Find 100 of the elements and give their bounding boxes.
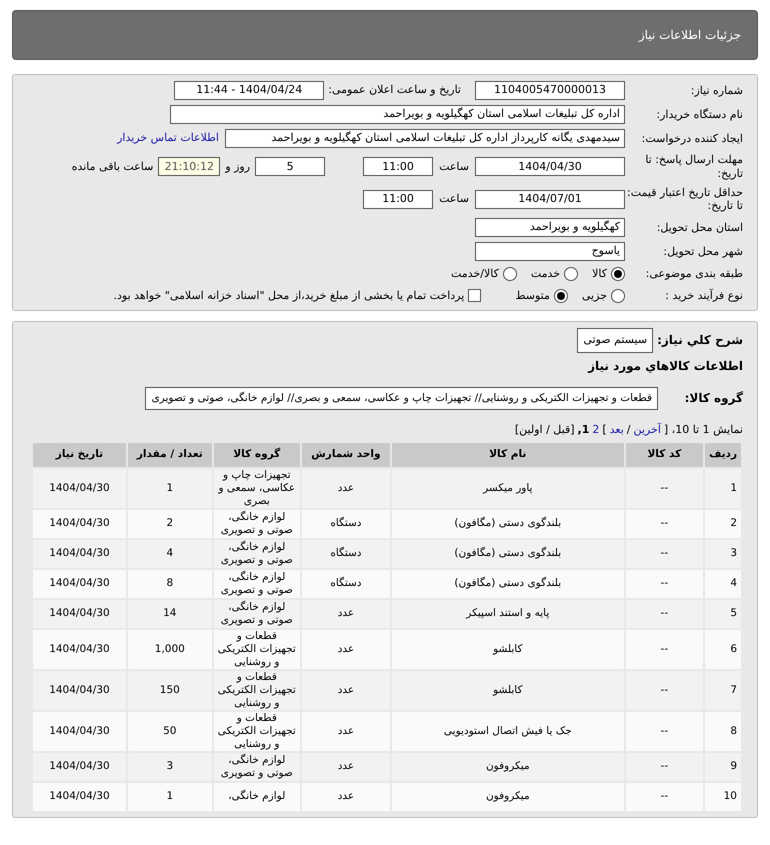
table-cell: 1404/04/30 bbox=[33, 712, 126, 751]
table-cell: لوازم خانگی، صوتی و تصویری bbox=[214, 570, 300, 598]
table-cell: 4 bbox=[705, 570, 741, 598]
radio-option[interactable]: کالا bbox=[592, 266, 625, 282]
table-cell: 1404/04/30 bbox=[33, 540, 126, 568]
table-cell: عدد bbox=[302, 670, 390, 710]
table-cell: عدد bbox=[302, 782, 390, 811]
table-cell: 1 bbox=[128, 468, 212, 508]
summary-field: سیستم صوتی bbox=[577, 328, 654, 352]
table-cell: دستگاه bbox=[302, 540, 390, 568]
table-cell: 14 bbox=[128, 600, 212, 628]
field-label: ساعت bbox=[439, 158, 469, 174]
pagination-link[interactable]: آخرین bbox=[634, 422, 661, 439]
table-cell: 1404/04/30 bbox=[33, 468, 126, 508]
table-cell: 1404/04/30 bbox=[33, 752, 126, 781]
table-cell: بلندگوی دستی (مگافون) bbox=[392, 510, 624, 538]
table-cell: عدد bbox=[302, 468, 390, 508]
table-cell: بلندگوی دستی (مگافون) bbox=[392, 570, 624, 598]
table-cell: 1404/04/30 bbox=[33, 510, 126, 538]
input-field[interactable]: 1104005470000013 bbox=[475, 81, 625, 100]
table-cell: 1,000 bbox=[128, 630, 212, 669]
input-field[interactable]: 1404/07/01 bbox=[475, 190, 625, 209]
radio-button[interactable] bbox=[564, 267, 578, 282]
current-page: 1, bbox=[578, 422, 590, 438]
input-field[interactable]: 5 bbox=[255, 157, 326, 176]
pagination-text: نمایش 1 تا 10، [ bbox=[664, 422, 743, 438]
table-cell: 1404/04/30 bbox=[33, 570, 126, 598]
table-cell: قطعات و تجهیزات الکتریکی و روشنایی bbox=[214, 670, 300, 710]
radio-button[interactable] bbox=[554, 288, 568, 303]
column-header: گروه کالا bbox=[214, 442, 300, 467]
table-cell: 50 bbox=[128, 712, 212, 751]
table-cell: 8 bbox=[128, 570, 212, 598]
field-label: ساعت bbox=[439, 191, 469, 207]
table-cell: لوازم خانگی، bbox=[214, 782, 300, 811]
pagination-text: ] bbox=[602, 422, 607, 438]
table-cell: 8 bbox=[705, 712, 741, 751]
table-cell: 7 bbox=[705, 670, 741, 710]
radio-option[interactable]: متوسط bbox=[515, 288, 568, 304]
table-cell: 1 bbox=[128, 782, 212, 811]
radio-option[interactable]: کالا/خدمت bbox=[451, 266, 517, 282]
radio-option[interactable]: خدمت bbox=[530, 266, 578, 282]
radio-option[interactable]: جزیی bbox=[582, 288, 625, 304]
payment-option[interactable]: پرداخت تمام یا بخشی از مبلغ خرید،از محل "اسناد خزانه اسلامی" خواهد بود. bbox=[114, 288, 482, 304]
pagination-link[interactable]: بعد bbox=[610, 422, 624, 439]
table-cell: لوازم خانگی، صوتی و تصویری bbox=[214, 540, 300, 568]
field-label: روز و bbox=[225, 158, 250, 175]
field-label: مهلت ارسال پاسخ: تا تاریخ: bbox=[644, 153, 743, 180]
field-label: نام دستگاه خریدار: bbox=[655, 108, 743, 122]
input-field[interactable]: اداره کل تبلیغات اسلامی استان کهگیلویه و بویراحمد bbox=[170, 105, 625, 124]
table-cell: -- bbox=[626, 510, 704, 538]
field-label: ساعت باقی مانده bbox=[72, 158, 154, 174]
table-cell: 1404/04/30 bbox=[33, 670, 126, 710]
input-field[interactable]: سیدمهدی یگانه کارپرداز اداره کل تبلیغات اسلامی استان کهگیلویه و بویراحمد bbox=[225, 129, 625, 148]
section-title: اطلاعات کالاهاي مورد نياز bbox=[586, 358, 743, 374]
table-cell: -- bbox=[626, 670, 704, 710]
input-field[interactable]: 1404/04/30 bbox=[475, 157, 625, 176]
table-cell: 9 bbox=[705, 752, 741, 781]
input-field[interactable]: 1404/04/24 - 11:44 bbox=[174, 81, 324, 100]
table-cell: قطعات و تجهیزات الکتریکی و روشنایی bbox=[214, 712, 300, 751]
table-cell: قطعات و تجهیزات الکتریکی و روشنایی bbox=[214, 630, 300, 669]
table-cell: 10 bbox=[705, 782, 741, 811]
column-header: نام کالا bbox=[392, 442, 624, 467]
column-header: تاریخ نیاز bbox=[33, 442, 126, 467]
table-cell: -- bbox=[626, 712, 704, 751]
table-cell: 6 bbox=[705, 630, 741, 669]
table-cell: دستگاه bbox=[302, 510, 390, 538]
input-field[interactable]: یاسوج bbox=[475, 242, 625, 261]
table-cell: کابلشو bbox=[392, 670, 624, 710]
field-label: طبقه بندی موضوعی: bbox=[644, 267, 743, 282]
column-header: کد کالا bbox=[626, 442, 704, 467]
field-label: نوع فرآیند خرید : bbox=[664, 288, 743, 303]
buyer-contact-link[interactable]: اطلاعات تماس خریدار bbox=[117, 130, 219, 147]
table-cell: 2 bbox=[705, 510, 741, 538]
table-cell: 1 bbox=[705, 468, 741, 508]
column-header: واحد شمارش bbox=[302, 442, 390, 467]
field-label: شماره نیاز: bbox=[690, 84, 743, 98]
goods-group-field: قطعات و تجهیزات الکتریکی و روشنایی// تجهیزات چاپ و عکاسی، سمعی و بصری// لوازم خانگی، صوتی و تصویری bbox=[145, 386, 658, 410]
table-cell: -- bbox=[626, 630, 704, 669]
table-cell: پاور میکسر bbox=[392, 468, 624, 508]
table-cell: -- bbox=[626, 540, 704, 568]
field-label: ایجاد کننده درخواست: bbox=[640, 132, 743, 146]
input-field[interactable]: کهگیلویه و بویراحمد bbox=[475, 218, 625, 237]
table-cell: کابلشو bbox=[392, 630, 624, 669]
table-cell: -- bbox=[626, 468, 704, 508]
pagination-link[interactable]: 2 bbox=[592, 422, 600, 439]
input-field[interactable]: 11:00 bbox=[363, 157, 434, 176]
checkbox[interactable] bbox=[468, 289, 482, 302]
page-header: جزئیات اطلاعات نیاز bbox=[12, 10, 758, 60]
table-cell: 1404/04/30 bbox=[33, 600, 126, 628]
pagination-text: [قبل / اولین] bbox=[514, 422, 574, 438]
input-field[interactable]: 11:00 bbox=[363, 190, 434, 209]
table-cell: عدد bbox=[302, 712, 390, 751]
pagination-text: / bbox=[626, 422, 631, 438]
table-cell: لوازم خانگی، صوتی و تصویری bbox=[214, 600, 300, 628]
table-cell: -- bbox=[626, 600, 704, 628]
radio-button[interactable] bbox=[611, 267, 625, 282]
table-cell: میکروفون bbox=[392, 782, 624, 811]
radio-button[interactable] bbox=[611, 288, 625, 303]
input-field[interactable]: 21:10:12 bbox=[158, 157, 220, 176]
radio-button[interactable] bbox=[502, 267, 517, 282]
